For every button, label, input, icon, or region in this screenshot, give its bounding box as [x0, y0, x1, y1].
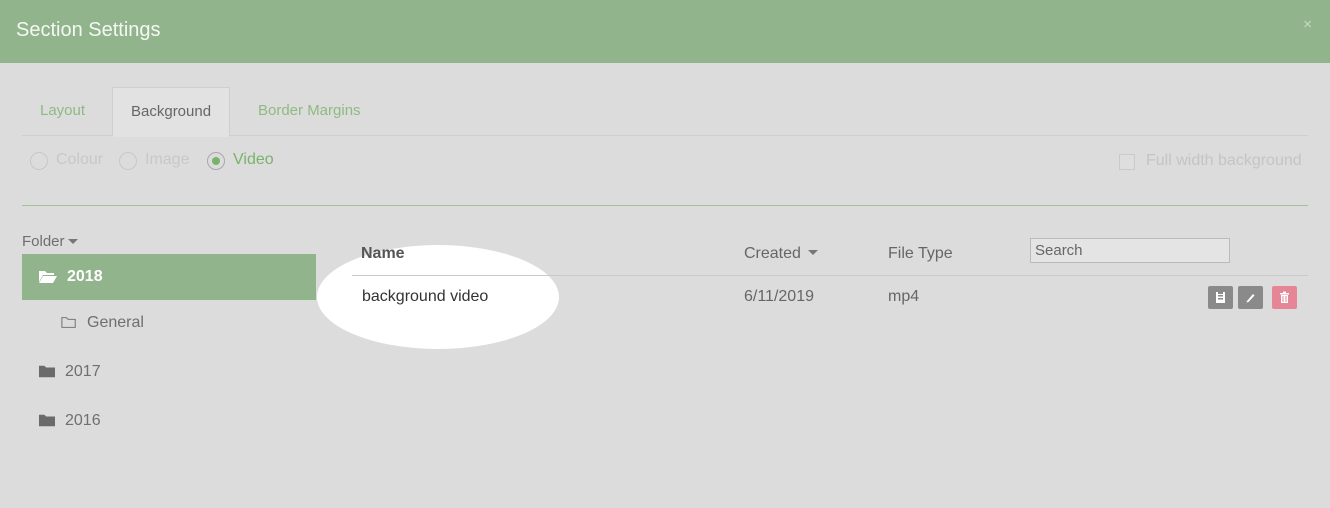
folder-label: 2016 — [65, 412, 101, 429]
folder-icon — [39, 414, 55, 427]
edit-button[interactable] — [1238, 286, 1263, 309]
folder-open-icon — [39, 271, 57, 284]
folder-label: 2017 — [65, 363, 101, 380]
column-file-type[interactable]: File Type — [888, 245, 953, 263]
tab-layout[interactable]: Layout — [22, 87, 103, 135]
caret-down-icon — [67, 238, 78, 244]
edit-icon — [1246, 294, 1255, 303]
folder-label: 2018 — [67, 268, 103, 285]
radio-circle — [30, 152, 48, 170]
radio-circle — [119, 152, 137, 170]
folder-label: General — [87, 314, 144, 331]
delete-button[interactable] — [1272, 286, 1297, 309]
tab-background[interactable]: Background — [112, 87, 231, 137]
folder-item-2017[interactable]: 2017 — [39, 349, 101, 395]
dialog-title: Section Settings — [16, 19, 161, 41]
folder-header-label: Folder — [22, 233, 65, 250]
column-created[interactable]: Created — [744, 245, 819, 263]
tab-border-margins[interactable]: Border Margins — [240, 87, 379, 135]
radio-label: Video — [233, 151, 274, 168]
close-icon[interactable]: × — [1303, 16, 1312, 33]
folder-item-2018[interactable]: 2018 — [22, 254, 316, 300]
file-name[interactable]: background video — [362, 288, 488, 306]
folder-dropdown[interactable]: Folder — [22, 233, 78, 250]
copy-icon — [1216, 291, 1225, 303]
radio-label: Colour — [56, 151, 104, 168]
column-created-label: Created — [744, 245, 801, 262]
radio-circle — [207, 152, 225, 170]
copy-button[interactable] — [1208, 286, 1233, 309]
delete-icon — [1280, 291, 1289, 303]
dialog-header: Section Settings × — [0, 0, 1330, 63]
search-input[interactable] — [1030, 238, 1230, 263]
divider — [22, 205, 1308, 206]
radio-label: Image — [145, 151, 190, 168]
file-created: 6/11/2019 — [744, 288, 814, 305]
folder-icon — [39, 365, 55, 378]
column-name[interactable]: Name — [361, 245, 405, 263]
file-table-header: Name Created File Type — [352, 232, 1308, 276]
file-type: mp4 — [888, 288, 920, 305]
folder-item-general[interactable]: General — [61, 300, 144, 346]
tab-bar: Layout Background Border Margins — [22, 87, 1308, 137]
caret-down-icon — [808, 250, 819, 256]
folder-outline-icon — [61, 317, 76, 329]
full-width-label: Full width background — [1146, 152, 1302, 169]
checkbox-box[interactable] — [1119, 154, 1135, 170]
folder-item-2016[interactable]: 2016 — [39, 398, 101, 444]
